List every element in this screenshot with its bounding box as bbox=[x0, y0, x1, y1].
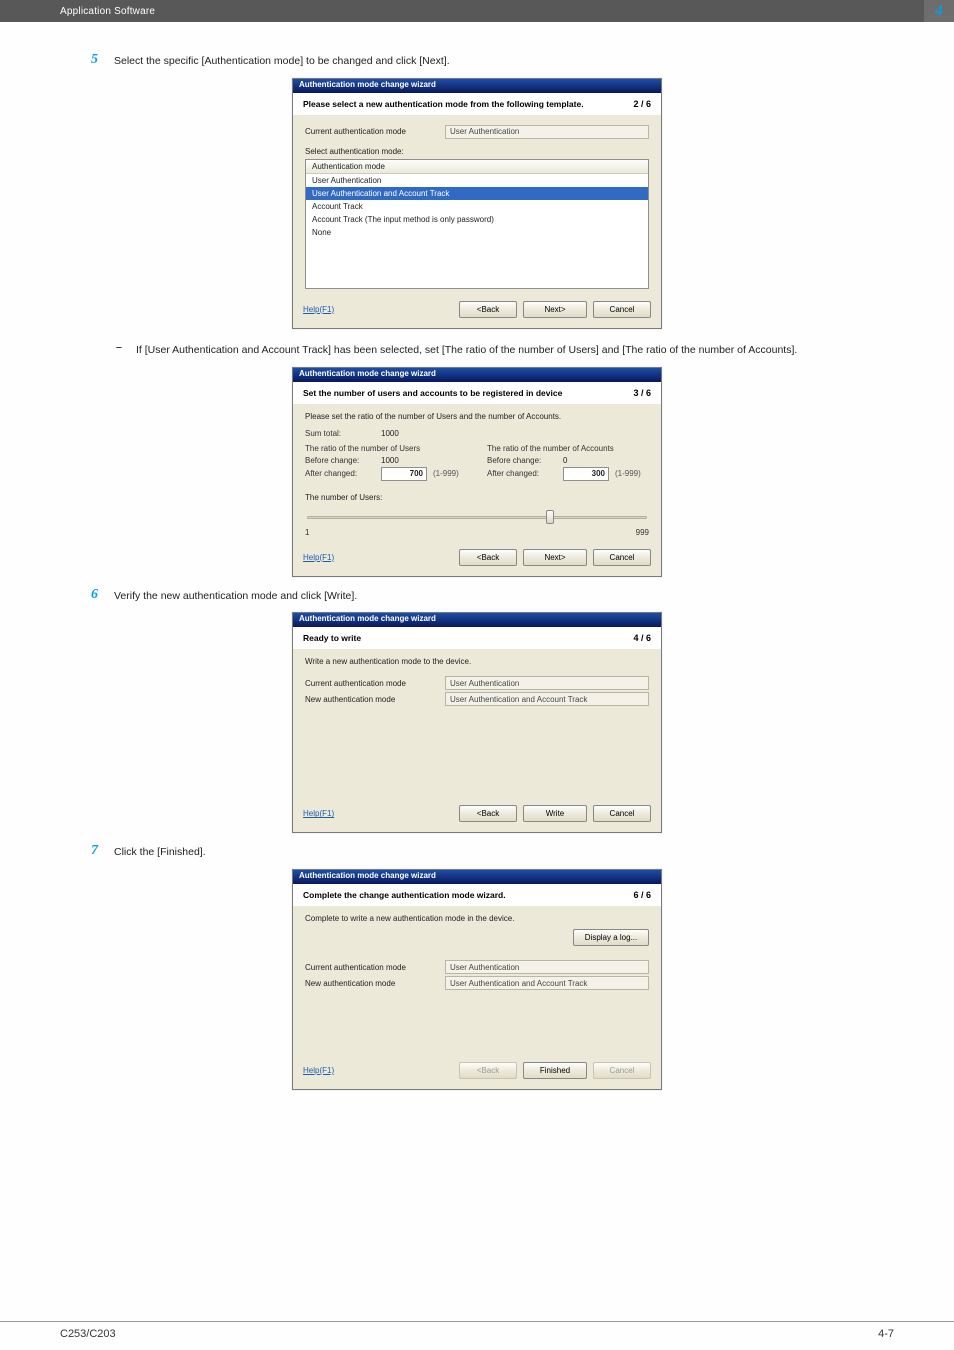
listbox-column-header: Authentication mode bbox=[306, 160, 648, 174]
help-link[interactable]: Help(F1) bbox=[303, 809, 334, 818]
list-item[interactable]: Account Track bbox=[306, 200, 648, 213]
wizard-titlebar: Authentication mode change wizard bbox=[293, 613, 661, 627]
new-auth-label: New authentication mode bbox=[305, 979, 435, 988]
list-item[interactable]: User Authentication and Account Track bbox=[306, 187, 648, 200]
wizard-titlebar: Authentication mode change wizard bbox=[293, 368, 661, 382]
back-button[interactable]: <Back bbox=[459, 549, 517, 566]
wizard-header-title: Complete the change authentication mode … bbox=[303, 890, 506, 900]
footer-page-number: 4-7 bbox=[878, 1328, 894, 1340]
users-after-input[interactable]: 700 bbox=[381, 467, 427, 481]
sum-total-value: 1000 bbox=[381, 429, 399, 438]
step-6-number: 6 bbox=[80, 587, 98, 605]
wizard-header-title: Set the number of users and accounts to … bbox=[303, 388, 562, 398]
accounts-ratio-header: The ratio of the number of Accounts bbox=[487, 444, 649, 453]
help-link[interactable]: Help(F1) bbox=[303, 305, 334, 314]
wizard-pager: 2 / 6 bbox=[633, 99, 651, 109]
write-button[interactable]: Write bbox=[523, 805, 587, 822]
next-button[interactable]: Next> bbox=[523, 549, 587, 566]
list-item[interactable]: User Authentication bbox=[306, 174, 648, 187]
wizard-pager: 3 / 6 bbox=[633, 388, 651, 398]
finished-button[interactable]: Finished bbox=[523, 1062, 587, 1079]
new-auth-value: User Authentication and Account Track bbox=[445, 692, 649, 706]
select-auth-label: Select authentication mode: bbox=[305, 147, 649, 156]
help-link[interactable]: Help(F1) bbox=[303, 553, 334, 562]
wizard-note: Complete to write a new authentication m… bbox=[305, 914, 649, 923]
sub-dash: – bbox=[116, 341, 126, 359]
step-7-number: 7 bbox=[80, 843, 98, 861]
accounts-after-input[interactable]: 300 bbox=[563, 467, 609, 481]
wizard-step-3: Authentication mode change wizard Set th… bbox=[292, 367, 662, 577]
back-button: <Back bbox=[459, 1062, 517, 1079]
range-hint: (1-999) bbox=[433, 469, 459, 478]
cancel-button[interactable]: Cancel bbox=[593, 805, 651, 822]
current-auth-value: User Authentication bbox=[445, 960, 649, 974]
footer-model: C253/C203 bbox=[60, 1328, 116, 1340]
current-auth-label: Current authentication mode bbox=[305, 127, 435, 136]
current-auth-label: Current authentication mode bbox=[305, 679, 435, 688]
wizard-step-4: Authentication mode change wizard Ready … bbox=[292, 612, 662, 833]
cancel-button[interactable]: Cancel bbox=[593, 549, 651, 566]
users-before-value: 1000 bbox=[381, 456, 399, 465]
help-link[interactable]: Help(F1) bbox=[303, 1066, 334, 1075]
display-log-button[interactable]: Display a log... bbox=[573, 929, 649, 946]
new-auth-label: New authentication mode bbox=[305, 695, 435, 704]
cancel-button: Cancel bbox=[593, 1062, 651, 1079]
wizard-step-6: Authentication mode change wizard Comple… bbox=[292, 869, 662, 1090]
after-change-label: After changed: bbox=[487, 469, 557, 478]
step-5-number: 5 bbox=[80, 52, 98, 70]
after-change-label: After changed: bbox=[305, 469, 375, 478]
accounts-before-value: 0 bbox=[563, 456, 567, 465]
new-auth-value: User Authentication and Account Track bbox=[445, 976, 649, 990]
sum-total-label: Sum total: bbox=[305, 429, 375, 438]
wizard-titlebar: Authentication mode change wizard bbox=[293, 870, 661, 884]
wizard-titlebar: Authentication mode change wizard bbox=[293, 79, 661, 93]
current-auth-label: Current authentication mode bbox=[305, 963, 435, 972]
before-change-label: Before change: bbox=[487, 456, 557, 465]
wizard-pager: 4 / 6 bbox=[633, 633, 651, 643]
wizard-header-title: Please select a new authentication mode … bbox=[303, 99, 584, 109]
step-7-text: Click the [Finished]. bbox=[114, 843, 206, 861]
wizard-header-title: Ready to write bbox=[303, 633, 361, 643]
step-5a-text: If [User Authentication and Account Trac… bbox=[136, 341, 797, 359]
current-auth-value: User Authentication bbox=[445, 676, 649, 690]
range-hint: (1-999) bbox=[615, 469, 641, 478]
step-6-text: Verify the new authentication mode and c… bbox=[114, 587, 357, 605]
before-change-label: Before change: bbox=[305, 456, 375, 465]
slider-caption: The number of Users: bbox=[305, 493, 649, 502]
list-item[interactable]: Account Track (The input method is only … bbox=[306, 213, 648, 226]
cancel-button[interactable]: Cancel bbox=[593, 301, 651, 318]
back-button[interactable]: <Back bbox=[459, 301, 517, 318]
wizard-step-2: Authentication mode change wizard Please… bbox=[292, 78, 662, 329]
list-item[interactable]: None bbox=[306, 226, 648, 239]
users-ratio-slider[interactable] bbox=[305, 506, 649, 530]
section-title: Application Software bbox=[60, 6, 155, 17]
wizard-note: Please set the ratio of the number of Us… bbox=[305, 412, 649, 421]
current-auth-value: User Authentication bbox=[445, 125, 649, 139]
back-button[interactable]: <Back bbox=[459, 805, 517, 822]
wizard-note: Write a new authentication mode to the d… bbox=[305, 657, 649, 666]
auth-mode-listbox[interactable]: Authentication mode User Authentication … bbox=[305, 159, 649, 289]
chapter-number-badge: 4 bbox=[924, 0, 954, 22]
next-button[interactable]: Next> bbox=[523, 301, 587, 318]
wizard-pager: 6 / 6 bbox=[633, 890, 651, 900]
users-ratio-header: The ratio of the number of Users bbox=[305, 444, 467, 453]
step-5-text: Select the specific [Authentication mode… bbox=[114, 52, 450, 70]
